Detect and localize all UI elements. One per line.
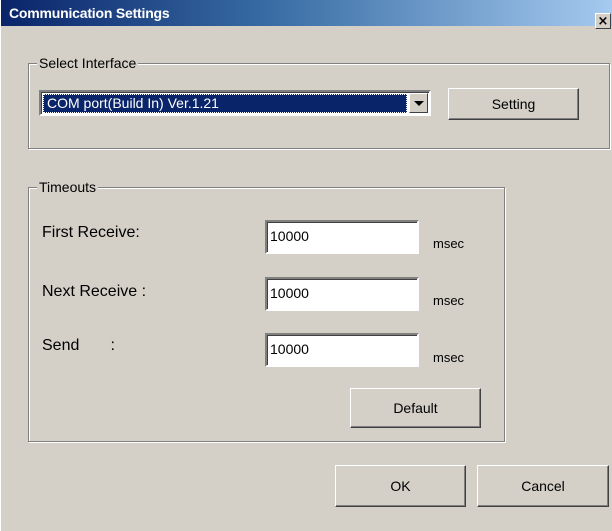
cancel-button[interactable]: Cancel [477, 465, 609, 507]
interface-select[interactable]: COM port(Build In) Ver.1.21 [39, 90, 431, 116]
next-receive-input[interactable]: 10000 [265, 277, 419, 311]
window-title: Communication Settings [9, 5, 170, 21]
close-button[interactable]: × [595, 13, 611, 29]
select-interface-title: Select Interface [37, 55, 139, 71]
first-receive-label: First Receive: [42, 224, 140, 241]
setting-button[interactable]: Setting [448, 88, 579, 120]
setting-button-label: Setting [491, 96, 536, 112]
close-icon: × [597, 13, 609, 29]
default-button-label: Default [393, 400, 438, 416]
communication-settings-dialog: Communication Settings × Select Interfac… [0, 0, 612, 531]
first-receive-input[interactable]: 10000 [265, 220, 419, 254]
send-input[interactable]: 10000 [265, 333, 419, 367]
send-unit: msec [433, 350, 465, 365]
ok-button[interactable]: OK [335, 465, 466, 507]
chevron-down-icon [413, 100, 424, 106]
interface-dropdown-button[interactable] [409, 93, 428, 113]
title-bar[interactable]: Communication Settings [1, 0, 612, 26]
next-receive-label: Next Receive : [42, 283, 147, 300]
timeouts-title: Timeouts [37, 179, 99, 195]
interface-select-value: COM port(Build In) Ver.1.21 [43, 94, 407, 113]
first-receive-unit: msec [433, 236, 465, 251]
cancel-button-label: Cancel [521, 478, 565, 494]
ok-button-label: OK [390, 478, 411, 494]
next-receive-unit: msec [433, 293, 465, 308]
send-label: Send : [42, 337, 115, 354]
default-button[interactable]: Default [350, 388, 481, 428]
